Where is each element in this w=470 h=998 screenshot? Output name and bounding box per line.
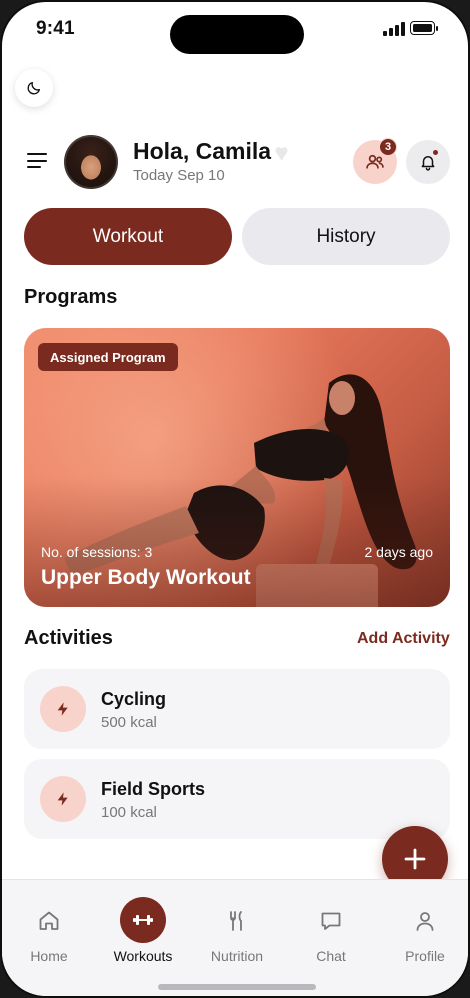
dark-mode-toggle[interactable] [15, 69, 53, 107]
person-icon [410, 906, 440, 936]
activity-card-field-sports[interactable]: Field Sports 100 kcal [24, 759, 450, 839]
utensils-icon [222, 906, 252, 936]
phone-screen: 9:41 Hola, Camila ♥ Today Sep 10 3 Workou… [0, 0, 470, 998]
activity-name: Cycling [101, 689, 167, 709]
bolt-icon [40, 686, 86, 732]
dynamic-island [170, 15, 304, 54]
tab-nutrition[interactable]: Nutrition [190, 880, 284, 980]
tab-label: Workouts [113, 948, 173, 964]
users-icon [366, 154, 384, 169]
tab-label: Nutrition [210, 948, 264, 964]
tab-history[interactable]: History [242, 208, 450, 265]
activity-card-cycling[interactable]: Cycling 500 kcal [24, 669, 450, 749]
activity-name: Field Sports [101, 779, 206, 799]
tab-label: Chat [316, 948, 346, 964]
hamburger-menu-icon[interactable] [27, 153, 47, 169]
tab-workout[interactable]: Workout [24, 208, 232, 265]
tab-label: Profile [405, 948, 445, 964]
program-time-ago: 2 days ago [364, 544, 434, 560]
activity-kcal: 500 kcal [101, 714, 157, 731]
tab-profile[interactable]: Profile [378, 880, 468, 980]
battery-icon [410, 21, 435, 35]
sessions-count: No. of sessions: 3 [41, 544, 153, 560]
activities-heading: Activities [24, 627, 113, 649]
home-icon [34, 906, 64, 936]
status-bar: 9:41 [2, 2, 468, 56]
chat-icon [316, 906, 346, 936]
bolt-icon [40, 776, 86, 822]
avatar[interactable] [64, 135, 118, 189]
add-activity-link[interactable]: Add Activity [357, 630, 450, 648]
tab-home[interactable]: Home [2, 880, 96, 980]
tab-label: Home [30, 948, 68, 964]
notifications-button[interactable] [406, 140, 450, 184]
heart-icon: ♥ [275, 140, 289, 165]
unread-dot [433, 150, 438, 155]
battery-tip [436, 26, 438, 31]
greeting: Hola, Camila ♥ [133, 138, 288, 166]
program-card[interactable]: Assigned Program No. of sessions: 3 2 da… [24, 328, 450, 607]
plus-icon [404, 848, 426, 870]
status-time: 9:41 [36, 18, 75, 39]
tab-chat[interactable]: Chat [284, 880, 378, 980]
notification-count-badge: 3 [379, 138, 397, 156]
program-name: Upper Body Workout [41, 566, 251, 589]
assigned-program-tag: Assigned Program [38, 343, 178, 371]
dumbbell-icon [120, 897, 166, 943]
today-date: Today Sep 10 [133, 167, 225, 184]
tab-workouts[interactable]: Workouts [96, 880, 190, 980]
bottom-tab-bar: Home Workouts Nutrition Chat Profile [2, 879, 468, 996]
home-indicator [158, 984, 316, 990]
programs-heading: Programs [24, 286, 118, 308]
signal-icon [383, 22, 405, 36]
moon-icon [27, 82, 40, 95]
greeting-text: Hola, Camila [133, 138, 272, 164]
bell-icon [421, 156, 435, 171]
activity-kcal: 100 kcal [101, 804, 157, 821]
